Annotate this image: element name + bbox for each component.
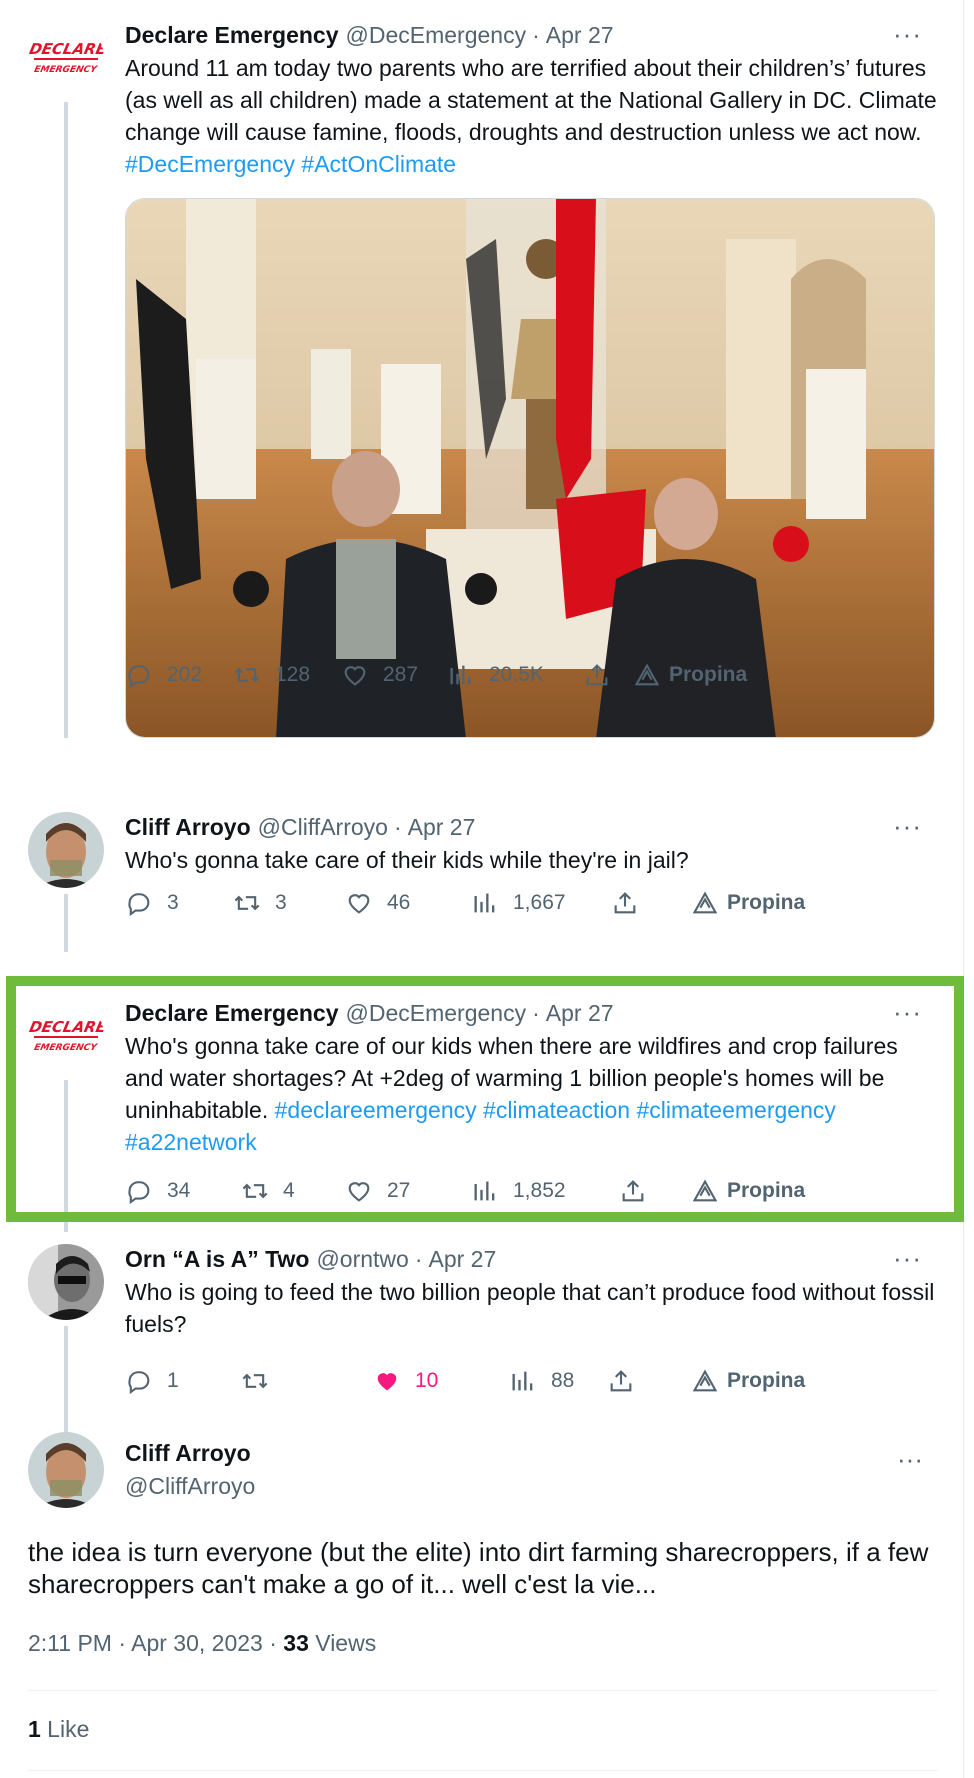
reply-count: 202 bbox=[167, 663, 203, 686]
tweet-text: Around 11 am today two parents who are t… bbox=[125, 55, 937, 177]
tweet-date[interactable]: Apr 27 bbox=[546, 22, 614, 49]
views-icon bbox=[512, 1371, 533, 1391]
views-icon bbox=[450, 665, 471, 685]
reply-button[interactable]: 202 bbox=[125, 660, 202, 690]
timeline-column: DECLARE EMERGENCY Declare Emergency @Dec… bbox=[0, 0, 964, 1778]
main-author-name[interactable]: Cliff Arroyo bbox=[125, 1440, 251, 1467]
promote-label: Propina bbox=[727, 1369, 806, 1392]
orn-two-avatar[interactable] bbox=[28, 1244, 104, 1320]
author-handle[interactable]: @orntwo bbox=[316, 1246, 408, 1273]
more-options-icon[interactable]: ··· bbox=[893, 813, 922, 839]
promote-button[interactable]: Propina bbox=[691, 1366, 805, 1396]
tweet-photo[interactable] bbox=[125, 198, 935, 738]
retweet-icon bbox=[242, 1373, 268, 1389]
cliff-arroyo-avatar[interactable] bbox=[28, 1432, 104, 1508]
author-name[interactable]: Cliff Arroyo bbox=[125, 814, 251, 841]
author-name[interactable]: Declare Emergency bbox=[125, 22, 339, 49]
like-count: 46 bbox=[387, 891, 411, 914]
separator-dot: · bbox=[532, 21, 540, 48]
heart-icon bbox=[344, 666, 366, 686]
divider bbox=[28, 1690, 938, 1691]
share-icon bbox=[586, 664, 608, 686]
view-count: 1,667 bbox=[513, 891, 566, 914]
hashtag-link[interactable]: #DecEmergency bbox=[125, 151, 295, 177]
more-options-icon[interactable]: ··· bbox=[893, 1245, 922, 1271]
tweet-date[interactable]: Apr 27 bbox=[408, 814, 476, 841]
retweet-button[interactable]: 3 bbox=[233, 888, 287, 918]
highlight-box bbox=[6, 976, 964, 1222]
like-button[interactable]: 46 bbox=[345, 888, 410, 918]
author-handle[interactable]: @CliffArroyo bbox=[258, 814, 388, 841]
view-count: 33 bbox=[283, 1630, 309, 1656]
views-icon bbox=[474, 893, 495, 913]
promote-button[interactable]: Propina bbox=[691, 888, 805, 918]
tweet-header: Cliff Arroyo @CliffArroyo · Apr 27 bbox=[125, 812, 938, 842]
share-icon bbox=[610, 1370, 632, 1392]
main-author-handle[interactable]: @CliffArroyo bbox=[125, 1473, 255, 1500]
share-button[interactable] bbox=[607, 1366, 635, 1396]
promote-label: Propina bbox=[727, 891, 806, 914]
retweet-button[interactable]: 128 bbox=[233, 660, 310, 690]
promote-icon bbox=[692, 891, 718, 914]
view-count: 88 bbox=[551, 1369, 575, 1392]
retweet-count: 3 bbox=[275, 891, 287, 914]
author-name[interactable]: Orn “A is A” Two bbox=[125, 1246, 309, 1273]
tweet-text: Who's gonna take care of their kids whil… bbox=[125, 847, 689, 873]
reply-count: 1 bbox=[167, 1369, 179, 1392]
cliff-arroyo-avatar[interactable] bbox=[28, 812, 104, 888]
promote-icon bbox=[634, 663, 660, 686]
views-button[interactable]: 20.5K bbox=[447, 660, 544, 690]
svg-text:EMERGENCY: EMERGENCY bbox=[33, 65, 99, 75]
tweet-text: Who is going to feed the two billion peo… bbox=[125, 1279, 935, 1337]
main-tweet-text: the idea is turn everyone (but the elite… bbox=[28, 1537, 929, 1599]
like-button[interactable]: 10 bbox=[373, 1366, 438, 1396]
likes-count: 1 bbox=[28, 1716, 41, 1742]
promote-button[interactable]: Propina bbox=[633, 660, 747, 690]
like-count: 10 bbox=[415, 1369, 439, 1392]
reply-icon bbox=[128, 893, 150, 917]
reply-button[interactable]: 3 bbox=[125, 888, 179, 918]
separator-dot: · bbox=[393, 813, 402, 840]
hashtag-link[interactable]: #ActOnClimate bbox=[301, 151, 456, 177]
views-label: Views bbox=[308, 1630, 377, 1656]
tweet-meta: 2:11 PM · Apr 30, 2023 · 33 Views bbox=[28, 1630, 376, 1657]
reply-icon bbox=[128, 665, 150, 689]
tweet-header: Orn “A is A” Two @orntwo · Apr 27 bbox=[125, 1244, 938, 1274]
share-button[interactable] bbox=[583, 660, 611, 690]
likes-label: Like bbox=[40, 1716, 90, 1742]
tweet-header: Declare Emergency @DecEmergency · Apr 27 bbox=[125, 20, 938, 50]
separator-dot: · bbox=[414, 1245, 423, 1272]
retweet-button[interactable] bbox=[241, 1366, 283, 1396]
thread-connector bbox=[64, 894, 68, 952]
heart-filled-icon bbox=[377, 1373, 397, 1391]
more-options-icon[interactable]: ··· bbox=[893, 21, 922, 47]
reply-icon bbox=[128, 1371, 150, 1395]
tweet-date[interactable]: Apr 27 bbox=[429, 1246, 497, 1273]
share-icon bbox=[614, 892, 636, 914]
like-button[interactable]: 287 bbox=[341, 660, 418, 690]
heart-icon bbox=[348, 894, 370, 914]
promote-icon bbox=[692, 1369, 718, 1392]
svg-text:DECLARE: DECLARE bbox=[28, 40, 104, 58]
reply-button[interactable]: 1 bbox=[125, 1366, 179, 1396]
views-button[interactable]: 88 bbox=[509, 1366, 574, 1396]
like-count: 287 bbox=[383, 663, 419, 686]
more-options-icon[interactable]: ··· bbox=[897, 1444, 923, 1475]
share-button[interactable] bbox=[611, 888, 639, 918]
declare-emergency-logo[interactable]: DECLARE EMERGENCY bbox=[28, 20, 104, 96]
likes-summary[interactable]: 1 Like bbox=[28, 1716, 89, 1743]
retweet-count: 128 bbox=[275, 663, 311, 686]
thread-connector bbox=[64, 102, 68, 738]
retweet-icon bbox=[234, 895, 260, 911]
divider bbox=[28, 1770, 938, 1771]
views-button[interactable]: 1,667 bbox=[471, 888, 566, 918]
author-handle[interactable]: @DecEmergency bbox=[346, 22, 527, 49]
view-count: 20.5K bbox=[489, 663, 544, 686]
reply-count: 3 bbox=[167, 891, 179, 914]
retweet-icon bbox=[234, 667, 260, 683]
promote-label: Propina bbox=[669, 663, 748, 686]
tweet-timestamp[interactable]: 2:11 PM · Apr 30, 2023 · bbox=[28, 1630, 283, 1656]
